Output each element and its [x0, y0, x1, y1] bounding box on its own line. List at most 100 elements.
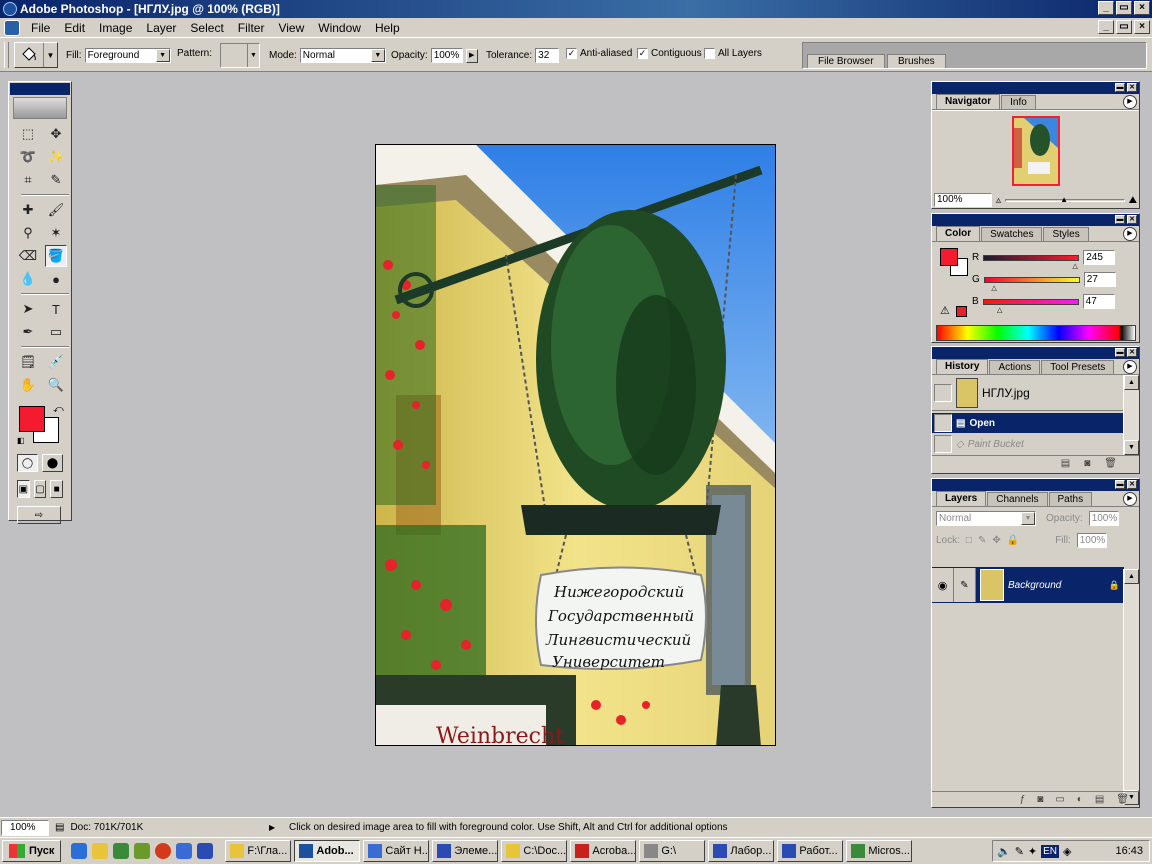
full-screen-icon[interactable]: ■	[50, 480, 64, 498]
eyedropper-tool-icon[interactable]: 💉	[45, 351, 67, 373]
navigator-title-bar[interactable]: ▬ ✕	[932, 82, 1139, 94]
tolerance-input[interactable]: 32	[535, 48, 560, 63]
tab-history[interactable]: History	[936, 359, 989, 374]
close-palette-icon[interactable]: ✕	[1127, 83, 1137, 92]
hand-tool-icon[interactable]: ✋	[17, 374, 39, 396]
menu-layer[interactable]: Layer	[139, 21, 183, 35]
layer-style-icon[interactable]: ƒ	[1020, 794, 1026, 805]
palette-menu-icon[interactable]: ▶	[1123, 227, 1137, 241]
network-tray-icon[interactable]: ◈	[1063, 845, 1071, 858]
adjustment-layer-icon[interactable]: ◐	[1077, 794, 1083, 805]
tab-info[interactable]: Info	[1001, 95, 1036, 109]
task-folder-g[interactable]: G:\	[639, 840, 706, 862]
new-document-icon[interactable]: ▤	[1061, 458, 1070, 469]
close-button[interactable]: ×	[1134, 1, 1150, 15]
close-palette-icon[interactable]: ✕	[1127, 348, 1137, 357]
type-tool-icon[interactable]: T	[45, 298, 67, 320]
zoom-out-icon[interactable]: ▵	[996, 195, 1001, 206]
foreground-color-swatch[interactable]	[19, 406, 45, 432]
standard-screen-icon[interactable]: ▣	[17, 480, 30, 498]
pen-tool-icon[interactable]: ✒	[17, 321, 39, 343]
history-snapshot[interactable]: НГЛУ.jpg	[932, 375, 1124, 411]
toolbox-title-bar[interactable]	[10, 83, 70, 95]
add-mask-icon[interactable]: ◙	[1037, 794, 1043, 805]
language-indicator[interactable]: EN	[1041, 844, 1060, 858]
brush-tool-icon[interactable]: 🖌	[45, 199, 67, 221]
task-photoshop[interactable]: Adob...	[294, 840, 361, 862]
doc-minimize-button[interactable]: _	[1098, 20, 1114, 34]
clock-app-icon[interactable]	[134, 843, 151, 859]
eye-icon[interactable]: ◉	[932, 568, 954, 602]
history-scrollbar[interactable]: ▲ ▼	[1123, 375, 1139, 455]
green-slider-thumb[interactable]: △	[991, 284, 996, 292]
internet-explorer-icon[interactable]	[71, 843, 88, 859]
blue-value-input[interactable]: 47	[1082, 294, 1115, 309]
opacity-slider-button[interactable]: ▶	[465, 48, 478, 63]
layer-opacity-input[interactable]: 100%	[1088, 510, 1119, 526]
task-site[interactable]: Сайт Н...	[363, 840, 430, 862]
zoom-tool-icon[interactable]: 🔍	[45, 374, 67, 396]
desktop-icon[interactable]	[113, 843, 130, 859]
media-icon[interactable]	[155, 843, 172, 859]
menu-help[interactable]: Help	[368, 21, 407, 35]
document-icon[interactable]	[4, 19, 20, 36]
tab-paths[interactable]: Paths	[1048, 492, 1093, 506]
navigator-zoom-slider[interactable]: ▲	[1005, 195, 1125, 204]
green-slider[interactable]: △	[983, 276, 1080, 292]
clone-stamp-tool-icon[interactable]: ⚲	[17, 222, 39, 244]
trash-icon[interactable]: 🗑	[1116, 794, 1129, 805]
word-icon[interactable]	[197, 843, 214, 859]
blue-slider-thumb[interactable]: △	[997, 306, 1002, 314]
doc-close-button[interactable]: ×	[1134, 20, 1150, 34]
layers-scrollbar[interactable]: ▲ ▼	[1123, 569, 1139, 805]
well-tab-brushes[interactable]: Brushes	[887, 54, 946, 68]
layer-row-background[interactable]: ◉ ✎ Background 🔒	[932, 567, 1124, 603]
history-item-open[interactable]: ▤ Open	[932, 413, 1124, 433]
history-brush-tool-icon[interactable]: ✶	[45, 222, 67, 244]
layers-title-bar[interactable]: ▬ ✕	[932, 479, 1139, 491]
gamut-warning-icon[interactable]: ⚠	[940, 304, 950, 317]
swap-colors-icon[interactable]: ⤺	[53, 404, 64, 415]
status-menu-arrow-icon[interactable]: ▶	[269, 823, 283, 832]
paint-bucket-tool-icon[interactable]: 🪣	[45, 245, 67, 267]
task-folder-c[interactable]: C:\Doc...	[501, 840, 568, 862]
layer-fill-input[interactable]: 100%	[1076, 532, 1107, 548]
healing-brush-tool-icon[interactable]: ✚	[17, 199, 39, 221]
minimize-button[interactable]: _	[1098, 1, 1114, 15]
green-value-input[interactable]: 27	[1083, 272, 1116, 287]
pattern-picker[interactable]: ▼	[220, 43, 260, 68]
scroll-up-icon[interactable]: ▲	[1124, 375, 1139, 390]
history-source-checkbox[interactable]	[934, 383, 952, 402]
blue-slider[interactable]: △	[982, 298, 1079, 314]
tab-navigator[interactable]: Navigator	[936, 94, 1001, 109]
tab-styles[interactable]: Styles	[1043, 227, 1089, 241]
all-layers-checkbox[interactable]	[704, 48, 715, 59]
history-source-checkbox[interactable]	[934, 414, 952, 432]
minimize-palette-icon[interactable]: ▬	[1115, 215, 1125, 224]
tool-preset-picker[interactable]: ▼	[14, 42, 58, 68]
menu-edit[interactable]: Edit	[57, 21, 92, 35]
task-elements[interactable]: Элеме...	[432, 840, 499, 862]
color-spectrum-bar[interactable]	[936, 325, 1136, 341]
close-palette-icon[interactable]: ✕	[1127, 480, 1137, 489]
lock-transparency-icon[interactable]: □	[966, 535, 972, 546]
rectangle-tool-icon[interactable]: ▭	[45, 321, 67, 343]
color-foreground-swatch[interactable]	[940, 248, 958, 266]
menu-select[interactable]: Select	[183, 21, 230, 35]
slice-tool-icon[interactable]: ✎	[45, 169, 67, 191]
menu-view[interactable]: View	[271, 21, 311, 35]
outlook-icon[interactable]	[92, 843, 109, 859]
photoshop-logo[interactable]	[13, 97, 67, 119]
blend-mode-select[interactable]: Normal ▼	[936, 510, 1036, 526]
slider-thumb[interactable]: ▲	[1060, 195, 1068, 204]
marquee-tool-icon[interactable]: ⬚	[17, 123, 39, 145]
crop-tool-icon[interactable]: ⌗	[17, 169, 39, 191]
task-folder-f[interactable]: F:\Гла...	[225, 840, 292, 862]
photoshop-app-icon[interactable]	[3, 2, 17, 16]
lock-image-icon[interactable]: ✎	[978, 535, 986, 546]
move-tool-icon[interactable]: ✥	[45, 123, 67, 145]
restore-button[interactable]: ▭	[1116, 1, 1132, 15]
scroll-down-icon[interactable]: ▼	[1124, 440, 1139, 455]
red-slider-thumb[interactable]: △	[1072, 262, 1077, 270]
gamut-swatch[interactable]	[956, 306, 967, 317]
